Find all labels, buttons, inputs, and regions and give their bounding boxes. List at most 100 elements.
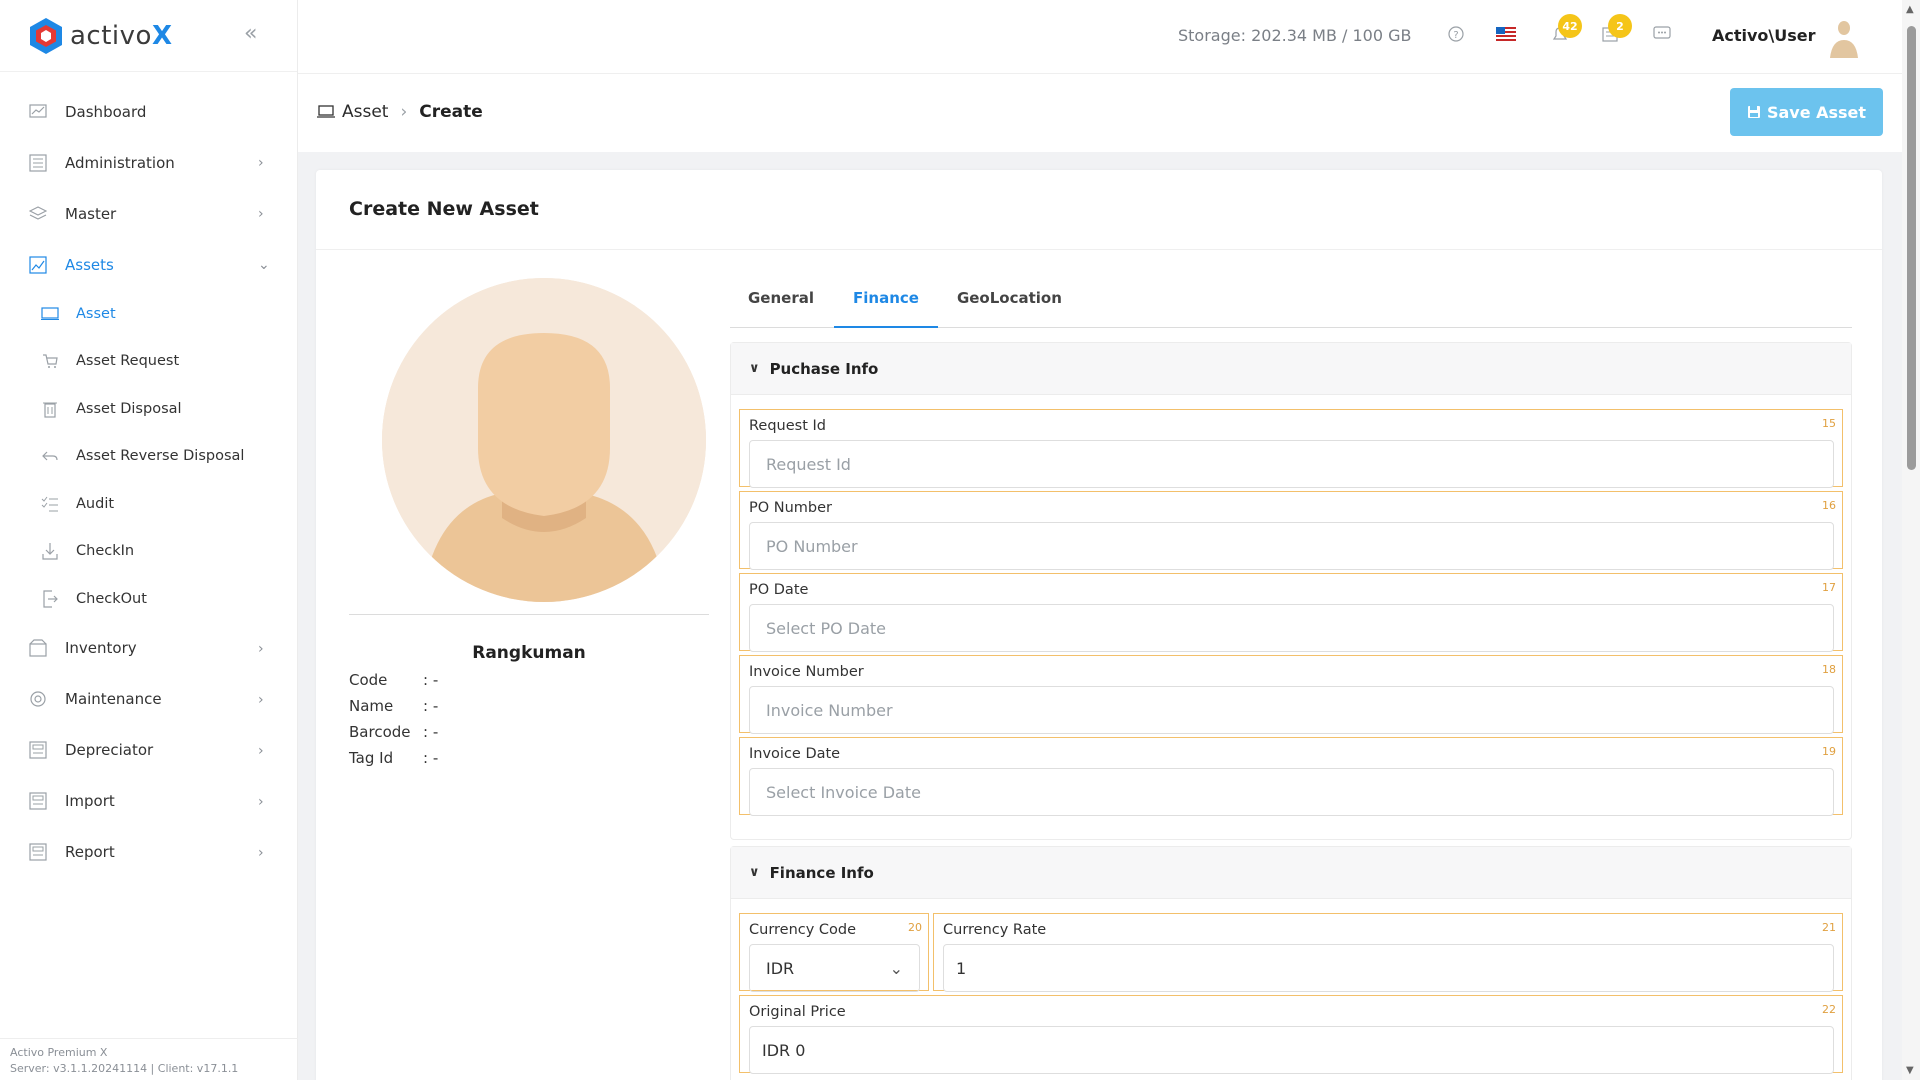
master-icon bbox=[28, 204, 48, 224]
field-label: Original Price bbox=[749, 1004, 846, 1020]
info-key: Code bbox=[349, 671, 388, 689]
tab-general[interactable]: General bbox=[748, 278, 834, 328]
page-scrollbar[interactable]: ▲ ▼ bbox=[1902, 0, 1920, 1080]
field-number: 16 bbox=[1822, 499, 1836, 512]
import-icon bbox=[28, 791, 48, 811]
invoice-number-input[interactable] bbox=[749, 686, 1834, 734]
sidebar-subitem-asset-request[interactable]: Asset Request bbox=[0, 338, 297, 386]
info-value: : - bbox=[423, 671, 439, 689]
sidebar-subitem-label: Asset bbox=[76, 305, 116, 322]
sidebar-item-label: Assets bbox=[65, 255, 114, 274]
invoice-date-input[interactable] bbox=[749, 768, 1834, 816]
original-price-field: Original Price 22 bbox=[739, 995, 1843, 1074]
purchase-info-header[interactable]: ∨ Puchase Info bbox=[731, 343, 1851, 395]
sidebar-item-master[interactable]: Master › bbox=[0, 188, 297, 239]
field-number: 21 bbox=[1822, 921, 1836, 934]
notifications-icon[interactable]: 42 bbox=[1550, 14, 1582, 48]
tab-finance[interactable]: Finance bbox=[834, 278, 938, 328]
sidebar-subitem-asset[interactable]: Asset bbox=[0, 290, 297, 338]
sidebar-item-label: Maintenance bbox=[65, 690, 162, 708]
sidebar-subitem-checkin[interactable]: CheckIn bbox=[0, 528, 297, 576]
scrollbar-thumb[interactable] bbox=[1907, 26, 1916, 470]
sidebar-subitem-label: Asset Reverse Disposal bbox=[76, 448, 245, 465]
chevron-down-icon: ∨ bbox=[749, 361, 760, 376]
field-label: Currency Code bbox=[749, 922, 857, 938]
currency-rate-field: Currency Rate 21 bbox=[933, 913, 1843, 992]
asset-image-placeholder[interactable] bbox=[382, 278, 706, 602]
sidebar-item-import[interactable]: Import › bbox=[0, 776, 297, 827]
save-icon bbox=[1747, 106, 1760, 118]
chat-icon[interactable] bbox=[1652, 24, 1676, 48]
field-label: Invoice Number bbox=[749, 664, 864, 680]
chevron-right-icon: › bbox=[258, 206, 264, 222]
maintenance-icon bbox=[28, 689, 48, 709]
save-button-label: Save Asset bbox=[1766, 102, 1867, 122]
person-placeholder-icon bbox=[382, 278, 706, 602]
brand-name: activoX bbox=[70, 20, 173, 51]
po-date-input[interactable] bbox=[749, 604, 1834, 652]
sidebar-subitem-asset-disposal[interactable]: Asset Disposal bbox=[0, 385, 297, 433]
sidebar-item-label: Master bbox=[65, 204, 117, 223]
sidebar-item-label: Depreciator bbox=[65, 741, 154, 759]
sidebar-nav: Dashboard Administration › Master › Asse… bbox=[0, 72, 297, 878]
logout-icon bbox=[40, 589, 60, 609]
chevron-right-icon: › bbox=[258, 691, 264, 708]
sidebar-item-dashboard[interactable]: Dashboard bbox=[0, 86, 297, 137]
collapse-sidebar-icon[interactable]: « bbox=[244, 22, 268, 46]
currency-rate-input[interactable] bbox=[943, 944, 1834, 992]
request-id-input[interactable] bbox=[749, 440, 1834, 488]
breadcrumb-current: Create bbox=[419, 102, 483, 122]
product-name: Activo Premium X bbox=[10, 1046, 108, 1059]
depreciator-icon bbox=[28, 740, 48, 760]
tab-geolocation[interactable]: GeoLocation bbox=[938, 278, 1081, 328]
info-row-tag-id: Tag Id: - bbox=[349, 749, 709, 767]
info-row-barcode: Barcode: - bbox=[349, 723, 709, 741]
sidebar: activoX « Dashboard Administration › Mas… bbox=[0, 0, 298, 1080]
chevron-right-icon: › bbox=[258, 640, 264, 657]
save-asset-button[interactable]: Save Asset bbox=[1730, 88, 1883, 136]
finance-info-section: ∨ Finance Info Currency Code 20 IDR ⌄ Cu… bbox=[730, 846, 1852, 1080]
sidebar-item-label: Inventory bbox=[65, 639, 137, 657]
original-price-input[interactable] bbox=[749, 1026, 1834, 1074]
tasks-badge: 2 bbox=[1608, 14, 1632, 38]
tab-bar: General Finance GeoLocation bbox=[730, 278, 1852, 328]
section-title: Finance Info bbox=[769, 863, 874, 882]
sidebar-item-administration[interactable]: Administration › bbox=[0, 137, 297, 188]
sidebar-item-depreciator[interactable]: Depreciator › bbox=[0, 725, 297, 776]
field-number: 22 bbox=[1822, 1003, 1836, 1016]
finance-info-header[interactable]: ∨ Finance Info bbox=[731, 847, 1851, 899]
field-number: 15 bbox=[1822, 417, 1836, 430]
selected-value: IDR bbox=[766, 958, 795, 978]
sidebar-subitem-asset-reverse-disposal[interactable]: Asset Reverse Disposal bbox=[0, 433, 297, 481]
scroll-down-icon[interactable]: ▼ bbox=[1906, 1065, 1914, 1076]
currency-code-select[interactable]: IDR ⌄ bbox=[749, 944, 920, 992]
us-flag-icon[interactable] bbox=[1496, 24, 1520, 48]
scroll-up-icon[interactable]: ▲ bbox=[1906, 4, 1914, 15]
asset-form-panel: General Finance GeoLocation ∨ Puchase In… bbox=[730, 278, 1852, 1080]
field-label: Currency Rate bbox=[943, 922, 1047, 938]
po-number-input[interactable] bbox=[749, 522, 1834, 570]
sidebar-subitem-label: CheckIn bbox=[76, 543, 135, 560]
info-row-name: Name: - bbox=[349, 697, 709, 715]
currency-row: Currency Code 20 IDR ⌄ Currency Rate 21 bbox=[739, 913, 1843, 995]
sidebar-item-inventory[interactable]: Inventory › bbox=[0, 623, 297, 674]
sidebar-subitem-checkout[interactable]: CheckOut bbox=[0, 575, 297, 623]
sidebar-subitem-audit[interactable]: Audit bbox=[0, 480, 297, 528]
tasks-icon[interactable]: 2 bbox=[1600, 14, 1632, 48]
trash-icon bbox=[40, 399, 60, 419]
administration-icon bbox=[28, 153, 48, 173]
storage-indicator: Storage: 202.34 MB / 100 GB bbox=[1178, 26, 1412, 45]
topbar: Storage: 202.34 MB / 100 GB ? 42 2 Activ… bbox=[298, 0, 1902, 74]
help-icon[interactable]: ? bbox=[1446, 24, 1470, 48]
sidebar-item-maintenance[interactable]: Maintenance › bbox=[0, 674, 297, 725]
breadcrumb-bar: Asset › Create Save Asset bbox=[298, 74, 1902, 152]
request-id-field: Request Id 15 bbox=[739, 409, 1843, 488]
user-name[interactable]: Activo\User bbox=[1712, 26, 1816, 45]
sidebar-item-assets[interactable]: Assets ⌄ bbox=[0, 239, 297, 290]
invoice-number-field: Invoice Number 18 bbox=[739, 655, 1843, 734]
invoice-date-field: Invoice Date 19 bbox=[739, 737, 1843, 816]
user-avatar-icon[interactable] bbox=[1826, 18, 1862, 58]
sidebar-item-report[interactable]: Report › bbox=[0, 827, 297, 878]
notifications-badge: 42 bbox=[1558, 14, 1582, 38]
breadcrumb-root[interactable]: Asset bbox=[342, 102, 388, 122]
